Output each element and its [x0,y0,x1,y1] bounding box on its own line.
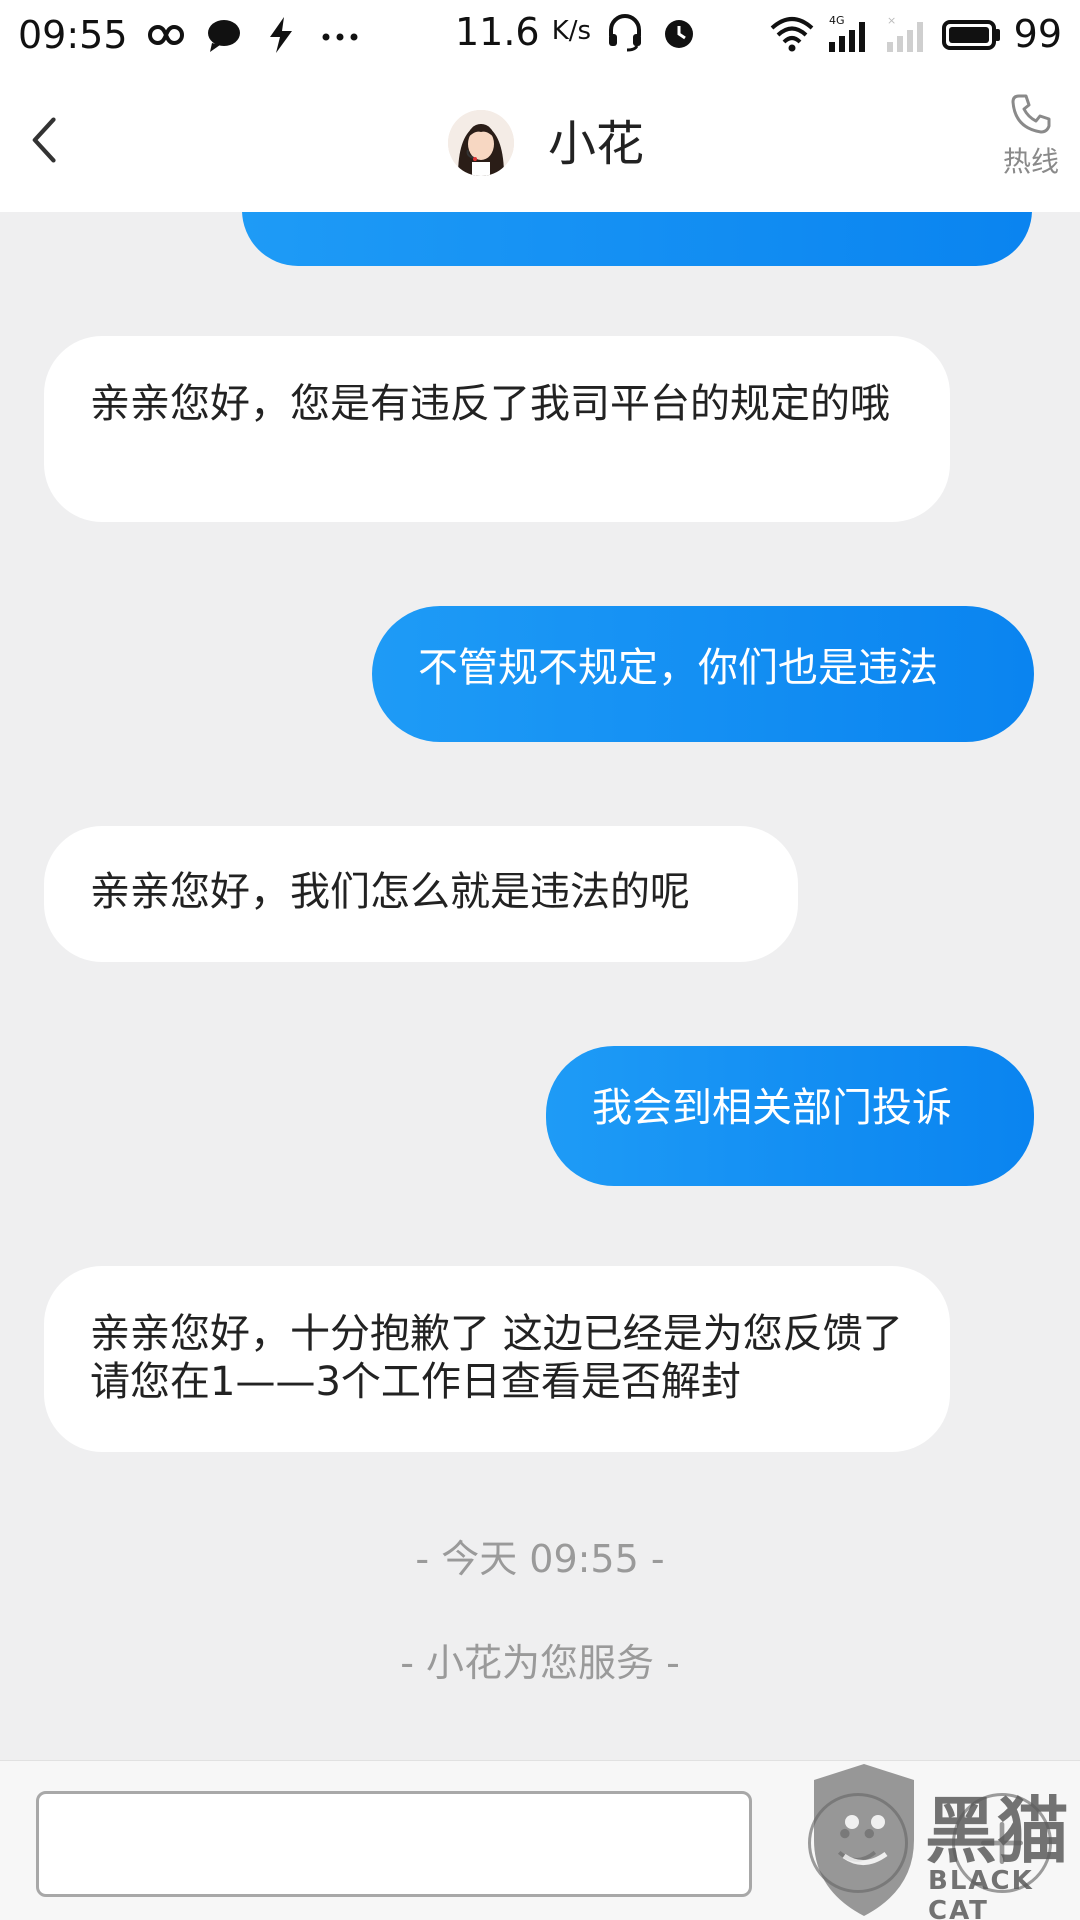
battery-icon [941,20,1000,50]
emoji-button[interactable] [808,1793,908,1893]
back-button[interactable] [10,100,80,180]
hotline-button[interactable]: 热线 [990,92,1072,192]
chat-header: 小花 热线 [0,70,1080,212]
avatar [448,110,514,176]
signal-icon: 4G [828,14,865,52]
message-text: 亲亲您好，我们怎么就是违法的呢 [90,869,690,915]
status-left: 09:55 [18,13,360,57]
wifi-icon [770,17,813,52]
message-bubble-incoming[interactable]: 亲亲您好，十分抱歉了 这边已经是为您反馈了 请您在1——3个工作日查看是否解封 [44,1266,950,1452]
message-bubble-outgoing-partial [242,212,1032,266]
status-right: 4G × 99 [770,12,1062,56]
message-text: 亲亲您好，十分抱歉了 这边已经是为您反馈了 请您在1——3个工作日查看是否解封 [90,1311,903,1405]
speed-value: 11.6 [455,10,540,54]
contact-name: 小花 [548,116,645,172]
phone-icon [1011,94,1051,134]
signal-empty-icon: × [886,14,923,52]
hotline-label: 热线 [1002,145,1059,178]
alarm-icon [665,20,694,48]
svg-text:×: × [887,14,896,27]
plus-icon [981,1822,1023,1864]
emoji-icon [837,1828,877,1862]
status-bar: 09:55 11.6 K/s 4G × 99 [0,0,1080,70]
chat-icon [207,20,240,52]
message-text: 不管规不规定，你们也是违法 [418,645,938,691]
message-bubble-incoming[interactable]: 亲亲您好，您是有违反了我司平台的规定的哦 [44,336,950,522]
message-bubble-outgoing[interactable]: 我会到相关部门投诉 [546,1046,1034,1186]
back-icon [32,117,56,163]
message-text: 我会到相关部门投诉 [592,1085,952,1131]
agent-avatar-image [448,110,514,176]
message-input[interactable] [36,1791,752,1897]
service-note: - 小花为您服务 - [400,1641,680,1685]
status-center: 11.6 K/s [455,10,699,54]
timestamp-divider: - 今天 09:55 - [415,1537,665,1581]
network-speed: 11.6 K/s [455,10,591,54]
charging-icon [269,17,292,53]
infinity-icon [147,24,184,46]
input-bar [0,1760,1080,1920]
network-type-label: 4G [829,14,845,27]
message-text: 亲亲您好，您是有违反了我司平台的规定的哦 [90,381,890,427]
speed-unit: K/s [551,16,592,46]
more-icon [322,33,358,41]
headset-icon [609,14,642,52]
chat-area[interactable]: 亲亲您好，您是有违反了我司平台的规定的哦 不管规不规定，你们也是违法 亲亲您好，… [0,212,1080,1760]
status-time: 09:55 [18,13,128,57]
message-bubble-outgoing[interactable]: 不管规不规定，你们也是违法 [372,606,1034,742]
battery-level: 99 [1013,12,1062,56]
plus-button[interactable] [952,1793,1052,1893]
message-bubble-incoming[interactable]: 亲亲您好，我们怎么就是违法的呢 [44,826,798,962]
